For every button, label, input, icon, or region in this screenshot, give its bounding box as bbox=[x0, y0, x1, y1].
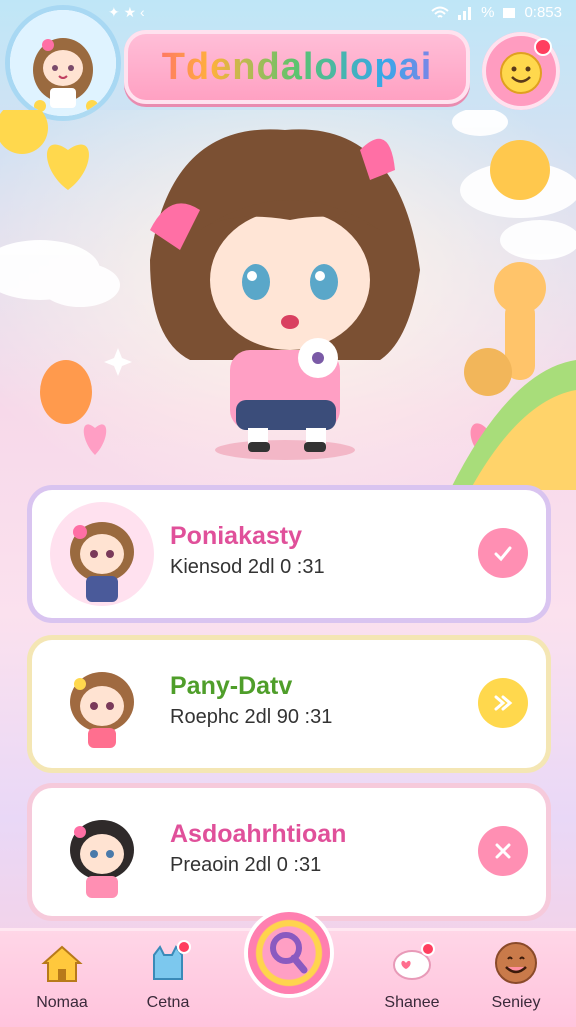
nav-profile[interactable]: Seniey bbox=[476, 939, 556, 1012]
close-icon bbox=[495, 843, 511, 859]
chibi-avatar-image bbox=[10, 10, 116, 116]
accept-button[interactable] bbox=[478, 528, 528, 578]
home-icon bbox=[41, 945, 83, 982]
battery-icon bbox=[503, 7, 516, 18]
nav-cat[interactable]: Cetna bbox=[128, 939, 208, 1012]
nav-home[interactable]: Nomaa bbox=[22, 939, 102, 1012]
friend-avatar bbox=[50, 502, 154, 606]
app-title-banner: Tdendalolopai bbox=[124, 30, 470, 104]
hero-scene bbox=[0, 102, 576, 490]
notification-button[interactable] bbox=[482, 32, 560, 110]
friend-name: Asdoahrhtioan bbox=[170, 820, 347, 848]
friend-avatar bbox=[50, 800, 154, 904]
list-item[interactable]: Poniakasty Kiensod 2dl 0 :31 bbox=[32, 490, 546, 618]
forward-button[interactable] bbox=[478, 678, 528, 728]
chibi-portrait bbox=[70, 672, 134, 748]
list-item[interactable]: Asdoahrhtioan Preaoin 2dl 0 :31 bbox=[32, 788, 546, 916]
status-icons-left: ✦ ★ ‹ bbox=[108, 4, 145, 20]
cat-icon bbox=[153, 940, 191, 980]
friend-status: Kiensod 2dl 0 :31 bbox=[170, 556, 325, 578]
profile-avatar[interactable] bbox=[10, 10, 116, 116]
friend-status: Preaoin 2dl 0 :31 bbox=[170, 854, 322, 876]
double-arrow-icon bbox=[494, 695, 513, 711]
smiley-icon bbox=[495, 942, 537, 984]
nav-home-label: Nomaa bbox=[36, 994, 88, 1011]
signal-icon bbox=[458, 6, 472, 20]
hero-illustration bbox=[0, 102, 576, 490]
app-title: Tdendalolopai bbox=[124, 46, 470, 89]
friend-name: Poniakasty bbox=[170, 522, 303, 550]
status-icons-right: % 0:853 bbox=[431, 4, 562, 21]
search-icon bbox=[270, 932, 308, 974]
nav-cat-label: Cetna bbox=[146, 994, 190, 1011]
nav-profile-label: Seniey bbox=[491, 994, 541, 1011]
check-icon bbox=[494, 546, 512, 562]
friend-status: Roephc 2dl 90 :31 bbox=[170, 706, 333, 728]
search-button[interactable] bbox=[248, 912, 330, 994]
nav-chat-label: Shanee bbox=[384, 994, 440, 1011]
list-item[interactable]: Pany-Datv Roephc 2dl 90 :31 bbox=[32, 640, 546, 768]
friend-avatar bbox=[50, 652, 154, 756]
friend-name: Pany-Datv bbox=[170, 672, 293, 700]
decline-button[interactable] bbox=[478, 826, 528, 876]
chibi-portrait bbox=[70, 522, 134, 602]
notification-badge bbox=[534, 38, 552, 56]
nav-chat[interactable]: Shanee bbox=[372, 939, 452, 1012]
battery-percent: % bbox=[481, 4, 495, 21]
wifi-icon bbox=[431, 6, 449, 18]
chat-icon bbox=[393, 942, 435, 980]
status-time: 0:853 bbox=[524, 4, 562, 21]
chibi-portrait bbox=[70, 820, 134, 898]
